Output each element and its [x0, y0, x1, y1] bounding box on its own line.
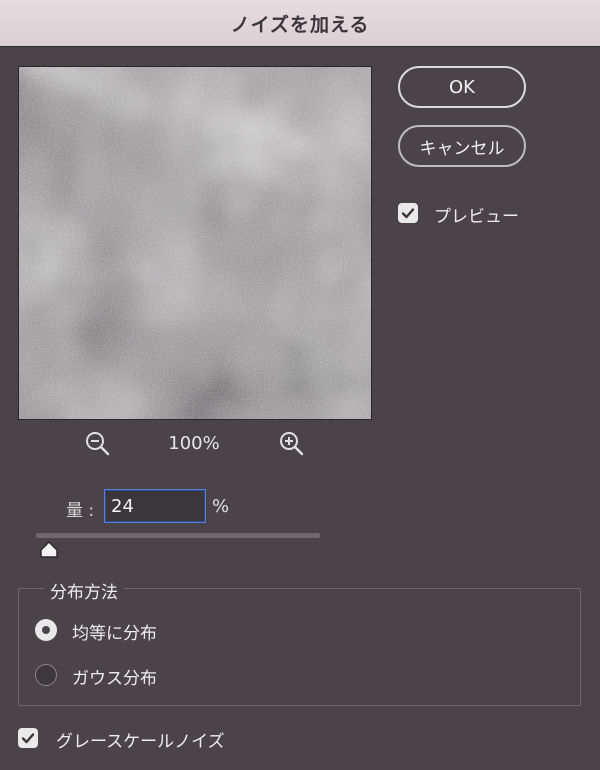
preview-label: プレビュー [434, 207, 519, 227]
zoom-controls: 100% [80, 430, 320, 460]
gaussian-radio[interactable] [35, 664, 57, 686]
amount-slider-track[interactable] [36, 533, 320, 538]
noise-preview[interactable] [18, 66, 372, 420]
zoom-level: 100% [168, 433, 220, 454]
zoom-out-icon [86, 432, 110, 456]
zoom-out-button[interactable] [84, 430, 114, 460]
grayscale-label: グレースケールノイズ [56, 732, 225, 752]
dialog-titlebar: ノイズを加える [0, 0, 600, 47]
grayscale-checkbox[interactable] [18, 728, 38, 748]
distribution-title: 分布方法 [44, 578, 124, 603]
amount-unit: % [212, 496, 230, 517]
ok-button[interactable]: OK [398, 66, 526, 108]
zoom-in-icon [280, 432, 304, 456]
dialog-title: ノイズを加える [230, 13, 370, 36]
preview-checkbox[interactable] [398, 203, 418, 223]
gaussian-label: ガウス分布 [72, 669, 157, 689]
amount-input[interactable] [104, 489, 206, 523]
amount-label: 量 : [66, 501, 95, 521]
uniform-radio[interactable] [35, 619, 57, 641]
amount-slider-thumb[interactable] [38, 540, 60, 560]
uniform-label: 均等に分布 [72, 624, 157, 644]
zoom-in-button[interactable] [278, 430, 308, 460]
checkmark-icon [401, 208, 415, 219]
slider-thumb-icon [40, 541, 58, 558]
cancel-button[interactable]: キャンセル [398, 125, 526, 167]
checkmark-icon [21, 733, 35, 744]
preview-image [19, 67, 371, 419]
